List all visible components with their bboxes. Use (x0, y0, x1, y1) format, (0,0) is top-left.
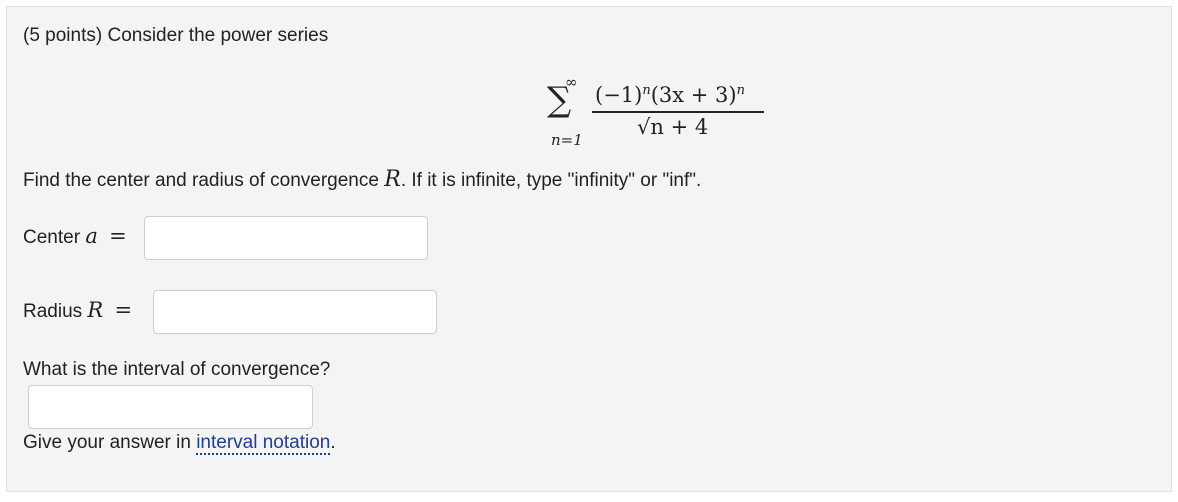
problem-intro: (5 points) Consider the power series (23, 25, 329, 46)
power-series-formula: ∞ ∑ n=1 (−1)n(3x + 3)n √n + 4 (537, 73, 777, 153)
instruction-var: R (384, 167, 401, 192)
sum-lower-limit: n=1 (551, 131, 583, 149)
summation-symbol: ∑ (547, 80, 572, 120)
radius-label: Radius R = (23, 298, 133, 322)
center-label: Center a = (23, 224, 127, 248)
center-input[interactable] (144, 216, 428, 260)
interval-input[interactable] (28, 385, 313, 429)
answer-hint: Give your answer in interval notation. (23, 432, 336, 455)
interval-notation-link[interactable]: interval notation (196, 432, 331, 455)
radius-input[interactable] (153, 290, 437, 334)
series-denominator: √n + 4 (637, 115, 709, 139)
instruction-text: Find the center and radius of convergenc… (23, 167, 702, 192)
problem-panel: (5 points) Consider the power series ∞ ∑… (6, 6, 1172, 492)
series-numerator: (−1)n(3x + 3)n (595, 83, 745, 107)
interval-question: What is the interval of convergence? (23, 359, 331, 380)
fraction-bar (592, 111, 764, 113)
